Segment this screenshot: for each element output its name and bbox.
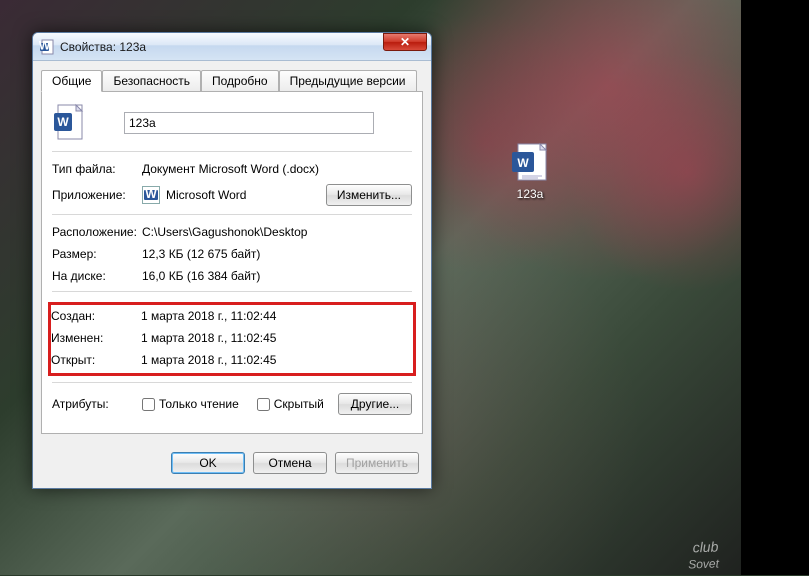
cancel-button[interactable]: Отмена <box>253 452 327 474</box>
desktop-file-icon[interactable]: W 123a <box>494 140 566 201</box>
location-value: C:\Users\Gagushonok\Desktop <box>142 225 307 239</box>
readonly-checkbox[interactable] <box>142 398 155 411</box>
apply-button[interactable]: Применить <box>335 452 419 474</box>
svg-text:W: W <box>145 188 157 201</box>
change-application-button[interactable]: Изменить... <box>326 184 412 206</box>
created-label: Создан: <box>51 309 141 323</box>
filetype-label: Тип файла: <box>52 162 142 176</box>
tab-previous-versions[interactable]: Предыдущие версии <box>279 70 417 91</box>
modified-label: Изменен: <box>51 331 141 345</box>
attributes-label: Атрибуты: <box>52 397 142 411</box>
application-icon: W <box>142 186 160 204</box>
close-button[interactable]: ✕ <box>383 33 427 51</box>
dates-highlight: Создан: 1 марта 2018 г., 11:02:44 Измене… <box>48 302 416 376</box>
desktop-file-label: 123a <box>494 187 566 201</box>
readonly-checkbox-wrap[interactable]: Только чтение <box>142 397 239 411</box>
size-on-disk-label: На диске: <box>52 269 142 283</box>
other-attributes-button[interactable]: Другие... <box>338 393 412 415</box>
created-value: 1 марта 2018 г., 11:02:44 <box>141 309 276 323</box>
filename-input[interactable] <box>124 112 374 134</box>
filetype-value: Документ Microsoft Word (.docx) <box>142 162 319 176</box>
hidden-label: Скрытый <box>274 397 324 411</box>
titlebar[interactable]: W Свойства: 123a ✕ <box>33 33 431 61</box>
modified-value: 1 марта 2018 г., 11:02:45 <box>141 331 276 345</box>
black-edge <box>741 0 809 575</box>
accessed-value: 1 марта 2018 г., 11:02:45 <box>141 353 276 367</box>
close-icon: ✕ <box>400 35 410 49</box>
accessed-label: Открыт: <box>51 353 141 367</box>
tab-general[interactable]: Общие <box>41 70 102 92</box>
location-label: Расположение: <box>52 225 142 239</box>
svg-text:W: W <box>57 115 69 129</box>
tab-details[interactable]: Подробно <box>201 70 279 91</box>
readonly-label: Только чтение <box>159 397 239 411</box>
dialog-footer: OK Отмена Применить <box>33 442 431 488</box>
size-label: Размер: <box>52 247 142 261</box>
file-type-icon: W <box>52 103 86 143</box>
hidden-checkbox-wrap[interactable]: Скрытый <box>257 397 324 411</box>
svg-text:W: W <box>517 156 529 170</box>
application-label: Приложение: <box>52 188 142 202</box>
size-value: 12,3 КБ (12 675 байт) <box>142 247 260 261</box>
watermark: club Sovet <box>688 538 720 575</box>
properties-dialog: W Свойства: 123a ✕ Общие Безопасность По… <box>32 32 432 489</box>
tab-panel-general: W Тип файла: Документ Microsoft Word (.d… <box>41 91 423 434</box>
application-value: Microsoft Word <box>166 188 246 202</box>
window-title: Свойства: 123a <box>60 40 383 54</box>
ok-button[interactable]: OK <box>171 452 245 474</box>
word-document-icon: W <box>508 140 552 184</box>
svg-text:W: W <box>39 39 51 53</box>
window-word-icon: W <box>39 39 55 55</box>
size-on-disk-value: 16,0 КБ (16 384 байт) <box>142 269 260 283</box>
hidden-checkbox[interactable] <box>257 398 270 411</box>
tab-security[interactable]: Безопасность <box>102 70 201 91</box>
